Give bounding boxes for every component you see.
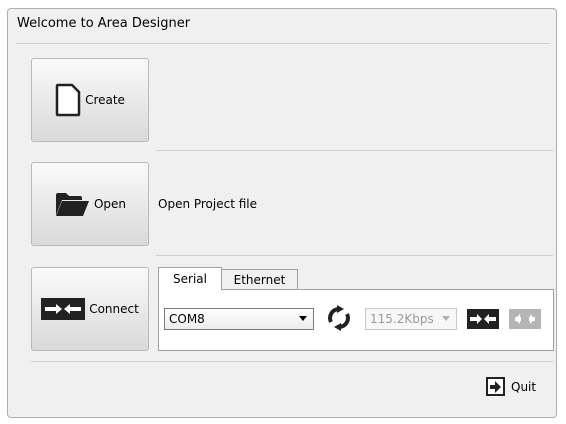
document-icon (55, 83, 81, 117)
baud-rate-select[interactable]: 115.2Kbps (365, 308, 457, 330)
tab-serial[interactable]: Serial (158, 267, 222, 290)
exit-icon (486, 377, 505, 396)
tab-ethernet[interactable]: Ethernet (221, 269, 298, 289)
com-port-select[interactable]: COM8 (164, 308, 314, 330)
folder-icon (55, 193, 89, 216)
open-hint: Open Project file (158, 197, 258, 211)
welcome-window: Welcome to Area Designer Create Open Ope… (7, 8, 557, 418)
create-separator (156, 150, 553, 151)
open-separator (156, 255, 553, 256)
chevron-down-icon (442, 316, 450, 321)
window-title: Welcome to Area Designer (17, 16, 191, 31)
plug-connect-icon (41, 298, 86, 320)
create-label: Create (85, 93, 125, 107)
bottom-separator (31, 361, 553, 362)
chevron-down-icon (299, 316, 307, 321)
open-label: Open (93, 197, 127, 211)
connect-label: Connect (89, 302, 139, 316)
disconnect-icon[interactable] (509, 309, 541, 329)
connect-icon[interactable] (467, 309, 499, 329)
quit-button[interactable]: Quit (486, 377, 536, 397)
connection-tabs: Serial Ethernet COM8 115.2Kbps (158, 267, 554, 351)
connect-button[interactable]: Connect (31, 267, 149, 351)
open-button[interactable]: Open (31, 162, 149, 246)
tab-serial-label: Serial (173, 272, 207, 286)
serial-panel: COM8 115.2Kbps (158, 289, 554, 351)
create-button[interactable]: Create (31, 58, 149, 142)
tab-ethernet-label: Ethernet (233, 272, 286, 287)
title-separator (16, 43, 550, 44)
quit-label: Quit (511, 380, 537, 394)
baud-rate-value: 115.2Kbps (370, 312, 434, 326)
refresh-icon[interactable] (327, 305, 351, 331)
com-port-value: COM8 (169, 312, 205, 326)
